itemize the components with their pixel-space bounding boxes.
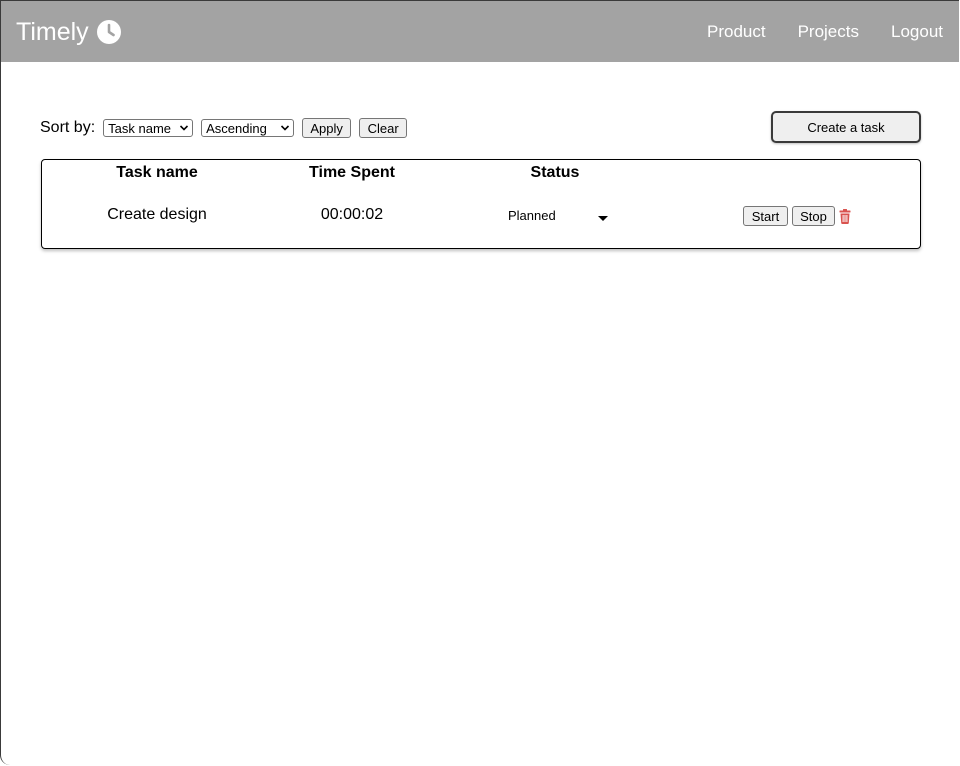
header-task-name: Task name	[116, 164, 198, 181]
header-status: Status	[530, 164, 580, 181]
clear-button[interactable]: Clear	[359, 118, 408, 138]
chevron-down-icon	[280, 122, 290, 134]
nav-link-projects[interactable]: Projects	[798, 21, 859, 43]
tasks-table: Task name Time Spent Status Create desig…	[41, 159, 921, 249]
chevron-down-icon	[179, 122, 189, 134]
sort-field-select[interactable]: Task name	[103, 119, 194, 137]
clock-icon	[96, 20, 121, 44]
nav-links: Product Projects Logout	[707, 21, 943, 43]
sort-label: Sort by:	[40, 119, 96, 136]
header-time-spent: Time Spent	[309, 164, 395, 181]
app-window: Timely Product Projects Logout Sort by: …	[0, 0, 959, 765]
start-button[interactable]: Start	[743, 206, 788, 226]
sort-order-value: Ascending	[206, 120, 267, 136]
nav-link-product[interactable]: Product	[707, 21, 766, 43]
create-task-button[interactable]: Create a task	[771, 111, 921, 143]
stop-button[interactable]: Stop	[792, 206, 835, 226]
status-value: Planned	[508, 207, 556, 223]
sort-toolbar: Sort by: Task name Ascending Apply Clear	[40, 117, 408, 139]
caret-down-icon	[598, 211, 608, 221]
apply-button[interactable]: Apply	[302, 118, 352, 138]
row-actions: Start Stop	[743, 205, 851, 227]
time-spent-cell: 00:00:02	[320, 206, 384, 223]
brand-name: Timely	[16, 18, 89, 46]
sort-order-select[interactable]: Ascending	[201, 119, 295, 137]
trash-icon[interactable]	[839, 208, 851, 224]
task-name-cell: Create design	[107, 206, 207, 223]
sort-field-value: Task name	[108, 120, 172, 136]
top-navbar: Timely Product Projects Logout	[1, 1, 959, 62]
brand[interactable]: Timely	[16, 18, 121, 46]
nav-link-logout[interactable]: Logout	[891, 21, 943, 43]
status-select[interactable]: Planned	[508, 206, 612, 224]
